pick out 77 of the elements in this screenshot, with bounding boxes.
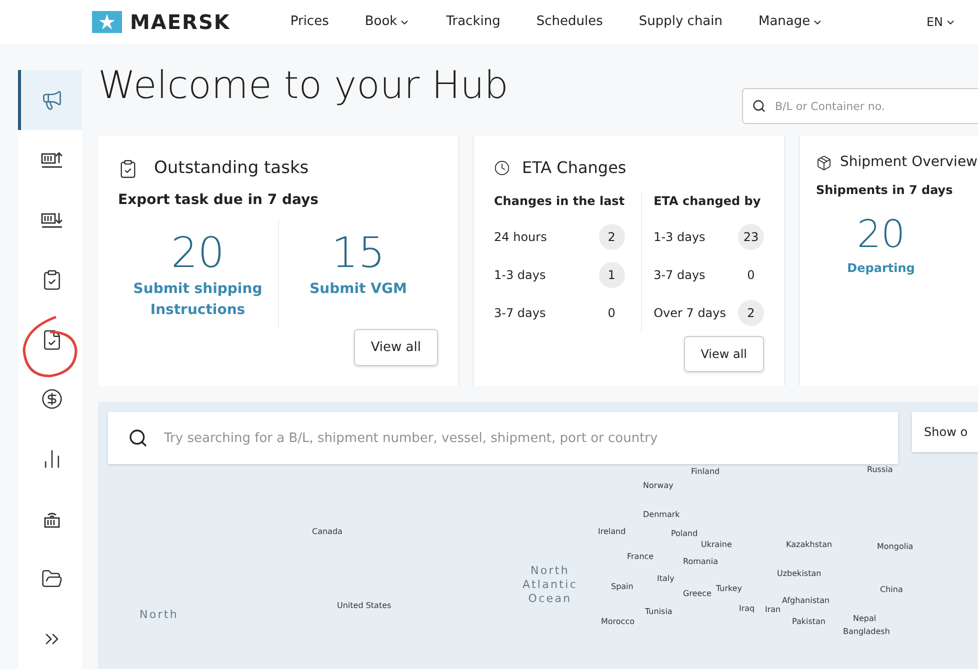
nav-link[interactable]: Book: [364, 12, 410, 32]
container-search-field[interactable]: B/L or Container no.: [742, 88, 978, 124]
period-label: 3-7 days: [494, 305, 546, 322]
nav-link[interactable]: Tracking: [446, 12, 500, 32]
country-label: Pakistan: [792, 616, 826, 628]
country-label: Finland: [691, 466, 720, 478]
country-label: Morocco: [601, 616, 634, 628]
country-label: Iran: [765, 604, 781, 616]
star-logo-icon: [92, 11, 122, 33]
count-number: 0: [746, 267, 756, 284]
stat-number: 20: [171, 226, 224, 278]
period-label: 3-7 days: [654, 267, 706, 284]
package-icon: [816, 154, 832, 170]
stat-link[interactable]: Submit shipping Instructions: [122, 279, 273, 321]
country-label: Ukraine: [701, 539, 732, 551]
count-number: 2: [598, 224, 625, 250]
country-label: China: [880, 584, 903, 596]
search-icon: [128, 428, 148, 448]
country-label: Norway: [643, 480, 674, 492]
search-icon: [752, 99, 766, 113]
card-subtitle: Shipments in 7 days: [816, 182, 954, 199]
language-selector[interactable]: EN: [926, 13, 956, 31]
country-label: Nepal: [853, 613, 876, 625]
country-label: Ireland: [598, 526, 626, 538]
country-label: United States: [337, 600, 392, 612]
country-label: Denmark: [643, 509, 680, 521]
country-label: Romania: [683, 556, 718, 568]
period-label: 1-3 days: [494, 267, 546, 284]
nav-link[interactable]: Prices: [290, 12, 329, 32]
ocean-label: North Atlantic Ocean: [521, 564, 579, 606]
country-label: Kazakhstan: [786, 539, 832, 551]
count-number: 1: [598, 262, 625, 288]
country-label: Greece: [683, 588, 712, 600]
nav-link[interactable]: Supply chain: [638, 12, 722, 32]
period-label: Over 7 days: [654, 305, 726, 322]
stat-link[interactable]: Departing: [847, 258, 915, 276]
view-all-button[interactable]: View all: [354, 328, 438, 366]
country-label: Tunisia: [645, 606, 672, 618]
country-label: Afghanistan: [782, 595, 830, 607]
country-label: Mongolia: [877, 541, 914, 553]
logo-text: MAERSK: [130, 9, 230, 36]
stat-number: 15: [332, 226, 385, 278]
column-heading: ETA changed by: [654, 193, 762, 210]
period-label: 24 hours: [494, 229, 547, 246]
sidebar-item[interactable]: [18, 70, 82, 130]
country-label: France: [627, 551, 654, 563]
megaphone-icon: [40, 88, 62, 111]
card-title: Outstanding tasks: [154, 157, 309, 180]
nav-link[interactable]: Schedules: [536, 12, 603, 32]
view-all-button[interactable]: View all: [684, 336, 764, 372]
clock-icon: [494, 160, 510, 176]
country-label: Spain: [611, 581, 634, 593]
count-number: 23: [738, 224, 764, 250]
column-heading: Changes in the last: [494, 193, 625, 210]
country-label: Italy: [657, 573, 674, 585]
card-title: ETA Changes: [522, 157, 626, 179]
nav-link[interactable]: Manage: [758, 12, 824, 32]
country-label: Uzbekistan: [777, 568, 822, 580]
dollar-icon: [40, 388, 62, 410]
ocean-label: North: [138, 608, 180, 622]
map-search-field[interactable]: Try searching for a B/L, shipment number, vessel, shipment, port or country: [108, 412, 898, 464]
count-number: 2: [738, 300, 764, 326]
country-label: Canada: [312, 526, 342, 538]
page-title: Welcome to your Hub: [98, 66, 508, 104]
count-number: 0: [606, 305, 616, 322]
period-label: 1-3 days: [654, 229, 706, 246]
country-label: Poland: [671, 528, 698, 540]
country-label: Russia: [867, 464, 893, 476]
stat-link[interactable]: Submit VGM: [283, 279, 434, 300]
show-button[interactable]: Show o: [912, 412, 978, 452]
country-label: Turkey: [716, 583, 742, 595]
country-label: Bangladesh: [843, 626, 890, 638]
card-subtitle: Export task due in 7 days: [118, 190, 320, 210]
stat-number: 20: [856, 211, 906, 258]
card-title: Shipment Overview: [840, 153, 978, 172]
clipboard-check-icon: [118, 158, 138, 179]
country-label: Iraq: [739, 603, 755, 615]
